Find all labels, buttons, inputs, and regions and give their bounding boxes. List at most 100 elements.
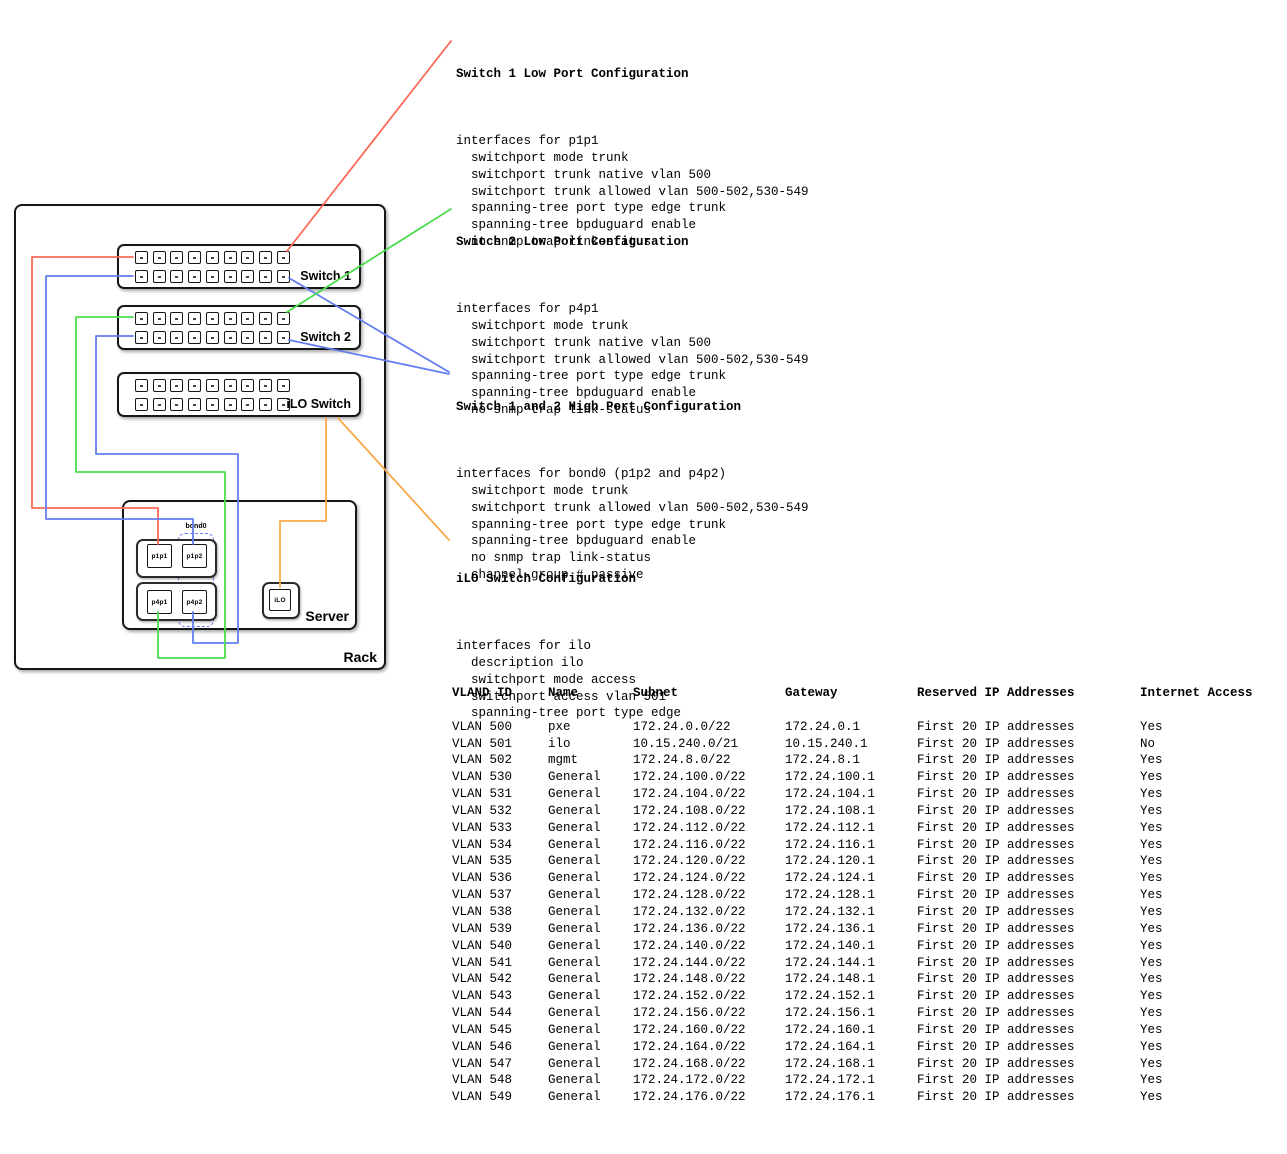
table-cell: 172.24.148.0/22 bbox=[633, 971, 746, 988]
switch-port bbox=[277, 251, 290, 264]
table-cell: First 20 IP addresses bbox=[917, 719, 1075, 736]
bond0-label: bond0 bbox=[178, 523, 214, 530]
rack-label: Rack bbox=[344, 649, 377, 665]
switch-port bbox=[170, 331, 183, 344]
table-cell: 172.24.116.0/22 bbox=[633, 837, 746, 854]
table-cell: 172.24.128.0/22 bbox=[633, 887, 746, 904]
table-cell: First 20 IP addresses bbox=[917, 803, 1075, 820]
table-cell: First 20 IP addresses bbox=[917, 1039, 1075, 1056]
switch-port bbox=[241, 270, 254, 283]
table-cell: VLAN 501 bbox=[452, 736, 512, 753]
table-cell: 172.24.168.0/22 bbox=[633, 1056, 746, 1073]
table-cell: First 20 IP addresses bbox=[917, 1022, 1075, 1039]
table-cell: VLAN 544 bbox=[452, 1005, 512, 1022]
table-cell: 172.24.120.0/22 bbox=[633, 853, 746, 870]
table-cell: 172.24.160.1 bbox=[785, 1022, 875, 1039]
switch-port bbox=[153, 312, 166, 325]
table-cell: 172.24.128.1 bbox=[785, 887, 875, 904]
table-cell: 172.24.176.0/22 bbox=[633, 1089, 746, 1106]
switch-port bbox=[259, 270, 272, 283]
config-title: iLO Switch Configuration bbox=[456, 571, 681, 588]
table-cell: 172.24.136.1 bbox=[785, 921, 875, 938]
switch-port bbox=[153, 398, 166, 411]
switch-port bbox=[188, 312, 201, 325]
table-cell: Yes bbox=[1140, 803, 1163, 820]
switch-port bbox=[259, 251, 272, 264]
table-cell: 172.24.140.1 bbox=[785, 938, 875, 955]
table-cell: Yes bbox=[1140, 955, 1163, 972]
table-cell: 172.24.172.1 bbox=[785, 1072, 875, 1089]
table-cell: General bbox=[548, 938, 601, 955]
switch-port bbox=[170, 312, 183, 325]
table-cell: 172.24.152.0/22 bbox=[633, 988, 746, 1005]
table-cell: General bbox=[548, 971, 601, 988]
switch-port bbox=[259, 331, 272, 344]
table-cell: Yes bbox=[1140, 1056, 1163, 1073]
port-p4p2: p4p2 bbox=[182, 590, 207, 614]
table-cell: General bbox=[548, 803, 601, 820]
table-cell: First 20 IP addresses bbox=[917, 853, 1075, 870]
table-cell: VLAN 502 bbox=[452, 752, 512, 769]
table-cell: VLAN 535 bbox=[452, 853, 512, 870]
table-cell: General bbox=[548, 1072, 601, 1089]
server-label: Server bbox=[305, 608, 349, 624]
table-cell: General bbox=[548, 1005, 601, 1022]
table-cell: General bbox=[548, 870, 601, 887]
port-p1p1: p1p1 bbox=[147, 544, 172, 568]
table-cell: 172.24.0.0/22 bbox=[633, 719, 731, 736]
switch-1-box: Switch 1 bbox=[117, 244, 361, 289]
switch-port bbox=[259, 312, 272, 325]
table-cell: General bbox=[548, 769, 601, 786]
table-cell: General bbox=[548, 887, 601, 904]
table-cell: Yes bbox=[1140, 769, 1163, 786]
table-cell: 172.24.132.0/22 bbox=[633, 904, 746, 921]
table-cell: VLAN 546 bbox=[452, 1039, 512, 1056]
table-cell: 172.24.156.1 bbox=[785, 1005, 875, 1022]
table-cell: First 20 IP addresses bbox=[917, 904, 1075, 921]
table-cell: 172.24.156.0/22 bbox=[633, 1005, 746, 1022]
table-cell: VLAN 549 bbox=[452, 1089, 512, 1106]
switch-port bbox=[224, 251, 237, 264]
switch-port bbox=[277, 331, 290, 344]
table-cell: 172.24.144.0/22 bbox=[633, 955, 746, 972]
switch-port bbox=[135, 251, 148, 264]
config-title: Switch 2 Low Port Configuration bbox=[456, 234, 809, 251]
switch-port bbox=[188, 398, 201, 411]
table-cell: 172.24.152.1 bbox=[785, 988, 875, 1005]
config-title: Switch 1 and 2 High Port Configuration bbox=[456, 399, 809, 416]
table-cell: 172.24.120.1 bbox=[785, 853, 875, 870]
table-cell: pxe bbox=[548, 719, 571, 736]
table-cell: No bbox=[1140, 736, 1155, 753]
table-cell: 172.24.136.0/22 bbox=[633, 921, 746, 938]
table-cell: 172.24.112.1 bbox=[785, 820, 875, 837]
switch-port bbox=[224, 398, 237, 411]
switch-port bbox=[224, 270, 237, 283]
table-cell: First 20 IP addresses bbox=[917, 752, 1075, 769]
table-cell: Yes bbox=[1140, 719, 1163, 736]
table-cell: First 20 IP addresses bbox=[917, 736, 1075, 753]
switch-port bbox=[259, 398, 272, 411]
server-box: bond0 p1p1 p1p2 p4p1 p4p2 iLO Server bbox=[122, 500, 357, 630]
table-cell: Yes bbox=[1140, 837, 1163, 854]
switch-port bbox=[259, 379, 272, 392]
table-cell: Yes bbox=[1140, 1022, 1163, 1039]
switch-port bbox=[153, 270, 166, 283]
config-block-ilo-switch: iLO Switch Configuration interfaces for … bbox=[456, 537, 681, 739]
table-cell: VLAN 536 bbox=[452, 870, 512, 887]
table-cell: General bbox=[548, 955, 601, 972]
table-cell: First 20 IP addresses bbox=[917, 971, 1075, 988]
switch-port bbox=[277, 312, 290, 325]
table-cell: Yes bbox=[1140, 887, 1163, 904]
switch-port bbox=[224, 379, 237, 392]
table-cell: 172.24.168.1 bbox=[785, 1056, 875, 1073]
table-cell: 172.24.8.1 bbox=[785, 752, 860, 769]
table-cell: First 20 IP addresses bbox=[917, 1089, 1075, 1106]
switch-port bbox=[170, 379, 183, 392]
switch-port bbox=[135, 312, 148, 325]
table-cell: VLAN 500 bbox=[452, 719, 512, 736]
table-cell: 172.24.164.0/22 bbox=[633, 1039, 746, 1056]
table-cell: VLAN 541 bbox=[452, 955, 512, 972]
switch-2-box: Switch 2 bbox=[117, 305, 361, 350]
header-reserved-ip: Reserved IP Addresses bbox=[917, 685, 1075, 702]
table-cell: Yes bbox=[1140, 870, 1163, 887]
